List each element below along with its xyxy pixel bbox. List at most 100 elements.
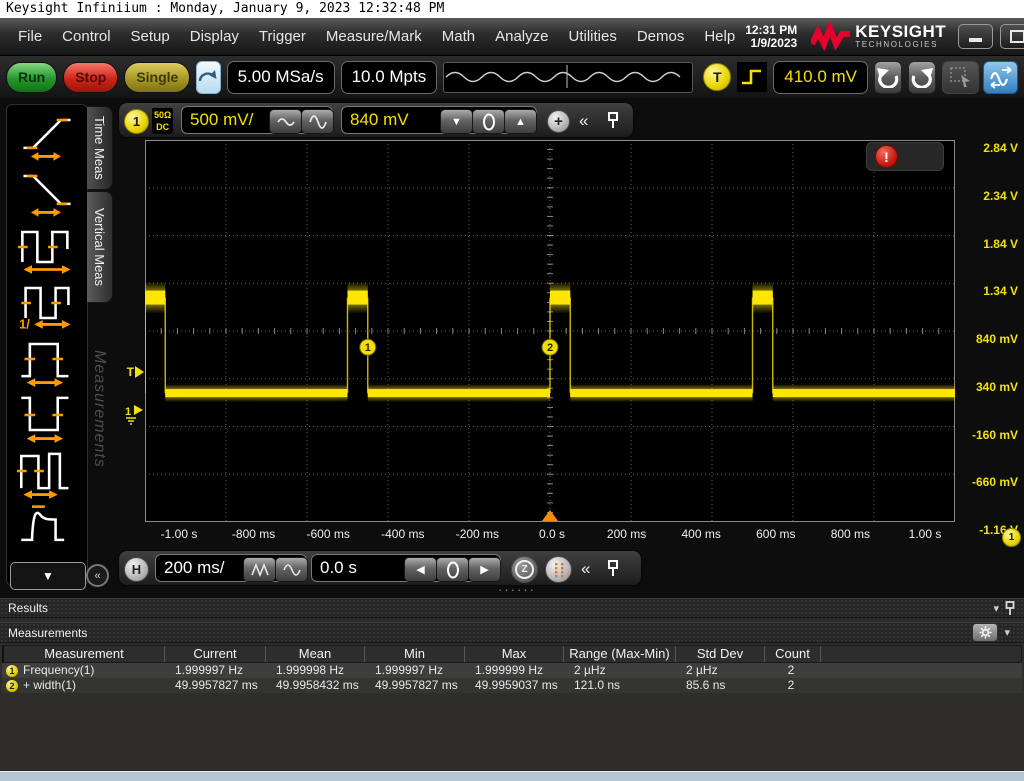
column-header[interactable]: Range (Max-Min): [564, 646, 676, 662]
position-right-button[interactable]: ▶: [468, 557, 501, 582]
period-icon[interactable]: [17, 219, 77, 275]
measurements-settings-button[interactable]: [972, 623, 998, 642]
menu-item[interactable]: Display: [180, 28, 249, 45]
menu-item[interactable]: Setup: [121, 28, 180, 45]
mean-value: 1.999998 Hz: [264, 663, 363, 678]
measurement-number-badge: 1: [6, 665, 18, 677]
tab-time-meas[interactable]: Time Meas: [87, 106, 113, 190]
channel-1-badge[interactable]: 1: [124, 109, 149, 134]
rise-time-icon[interactable]: [17, 107, 77, 163]
undo-button[interactable]: [874, 61, 902, 94]
scope-plot: 12: [145, 140, 955, 522]
offset-down-button[interactable]: ▼: [440, 109, 473, 134]
chevron-down-icon[interactable]: ▾: [993, 602, 999, 615]
duty-cycle-icon[interactable]: [17, 443, 77, 499]
maximize-icon: [1010, 30, 1024, 43]
measurements-pane-header[interactable]: Measurements ▾: [0, 622, 1024, 643]
svg-text:1: 1: [125, 406, 131, 418]
measurement-row[interactable]: 2 + width(1) 49.9957827 ms 49.9958432 ms…: [2, 678, 1022, 693]
timebase-slower-button[interactable]: [275, 557, 308, 582]
add-channel-button[interactable]: +: [547, 110, 570, 133]
run-button[interactable]: Run: [6, 62, 57, 93]
trigger-level-box[interactable]: 410.0 mV: [773, 61, 868, 94]
menu-item[interactable]: Math: [432, 28, 485, 45]
minimize-button[interactable]: [958, 24, 993, 49]
single-button[interactable]: Single: [124, 62, 190, 93]
vertical-scale-increase-button[interactable]: [301, 109, 334, 134]
timebase-faster-button[interactable]: [243, 557, 276, 582]
palette-scroll-down-button[interactable]: ▼: [10, 562, 86, 590]
memory-depth-box[interactable]: 10.0 Mpts: [341, 61, 438, 94]
pin-icon[interactable]: [607, 112, 619, 129]
timebase-scale-field[interactable]: 200 ms/: [155, 554, 307, 582]
collapse-channel-bar-button[interactable]: «: [579, 112, 588, 129]
menu-item[interactable]: Measure/Mark: [316, 28, 432, 45]
column-header[interactable]: Mean: [266, 646, 365, 662]
fall-time-icon[interactable]: [17, 163, 77, 219]
redo-button[interactable]: [908, 61, 936, 94]
panel-splitter-handle[interactable]: ······: [498, 586, 536, 594]
pulse-width-positive-icon[interactable]: [17, 331, 77, 387]
measurements-table: MeasurementCurrentMeanMinMaxRange (Max-M…: [2, 645, 1022, 693]
position-left-button[interactable]: ◀: [404, 557, 437, 582]
voltage-axis-label: 1.84 V: [983, 236, 1018, 252]
column-header[interactable]: Std Dev: [676, 646, 765, 662]
vertical-offset-field[interactable]: 840 mV ▼ ▲: [341, 106, 537, 134]
scope-display[interactable]: 12: [145, 140, 955, 522]
panel-collapse-button[interactable]: «: [86, 564, 109, 587]
menu-item[interactable]: Utilities: [558, 28, 626, 45]
pin-icon[interactable]: [1005, 601, 1016, 616]
time-axis-labels: -1.00 s-800 ms-600 ms-400 ms-200 ms0.0 s…: [145, 526, 955, 544]
column-header[interactable]: Min: [365, 646, 465, 662]
menu-item[interactable]: Help: [694, 28, 745, 45]
sample-rate-box[interactable]: 5.00 MSa/s: [227, 61, 335, 94]
menu-item[interactable]: File: [8, 28, 52, 45]
column-header[interactable]: Measurement: [4, 646, 165, 662]
measurements-collapsed-label[interactable]: Measurements: [90, 350, 108, 468]
offset-zero-button[interactable]: [472, 109, 505, 134]
results-header[interactable]: Results ▾: [0, 598, 1024, 618]
measurement-row[interactable]: 1 Frequency(1) 1.999997 Hz 1.999998 Hz 1…: [2, 663, 1022, 678]
column-header[interactable]: Max: [465, 646, 564, 662]
stddev-value: 2 µHz: [674, 663, 763, 678]
column-header[interactable]: Current: [165, 646, 266, 662]
menu-item[interactable]: Analyze: [485, 28, 558, 45]
current-value: 1.999997 Hz: [163, 663, 264, 678]
timebase-position-field[interactable]: 0.0 s ◀ ▶: [311, 554, 501, 582]
acquisition-preview[interactable]: [443, 62, 693, 93]
maximize-button[interactable]: [1000, 24, 1024, 49]
overshoot-icon[interactable]: [17, 499, 77, 555]
trigger-badge[interactable]: T: [703, 63, 731, 91]
waveform-tools-button[interactable]: [983, 61, 1018, 94]
tab-vertical-meas[interactable]: Vertical Meas: [87, 191, 113, 303]
acquisition-error-indicator[interactable]: !: [866, 142, 944, 171]
menu-item[interactable]: Control: [52, 28, 120, 45]
channel-ground-reference-marker[interactable]: 1: [124, 401, 144, 430]
column-header[interactable]: Count: [765, 646, 821, 662]
vertical-scale-decrease-button[interactable]: [269, 109, 302, 134]
offset-up-button[interactable]: ▲: [504, 109, 537, 134]
menu-item[interactable]: Trigger: [249, 28, 316, 45]
frequency-icon[interactable]: 1/: [17, 275, 77, 331]
stop-button[interactable]: Stop: [63, 62, 118, 93]
pin-icon[interactable]: [607, 560, 619, 577]
vertical-scale-field[interactable]: 500 mV/: [181, 106, 333, 134]
horizontal-badge[interactable]: H: [124, 557, 149, 582]
brand-sub: TECHNOLOGIES: [855, 40, 946, 49]
zoom-button[interactable]: Z: [511, 556, 538, 583]
region-select-button[interactable]: [942, 61, 979, 94]
menu-item[interactable]: Demos: [627, 28, 695, 45]
grid-intensity-button[interactable]: [545, 556, 572, 583]
pulse-width-negative-icon[interactable]: [17, 387, 77, 443]
channel-coupling-label[interactable]: 50ΩDC: [152, 108, 173, 134]
touch-mode-button[interactable]: [196, 61, 220, 94]
plus-icon: +: [554, 113, 563, 130]
trigger-level-marker[interactable]: T: [118, 364, 144, 380]
channel-1-edge-badge[interactable]: 1: [1002, 528, 1021, 547]
collapse-horizontal-bar-button[interactable]: «: [581, 560, 590, 577]
arrow-left-icon: ◀: [416, 563, 424, 576]
trigger-time-marker[interactable]: [542, 510, 558, 521]
chevron-down-icon[interactable]: ▾: [1004, 626, 1010, 639]
position-zero-button[interactable]: [436, 557, 469, 582]
trigger-edge-button[interactable]: [737, 62, 767, 92]
